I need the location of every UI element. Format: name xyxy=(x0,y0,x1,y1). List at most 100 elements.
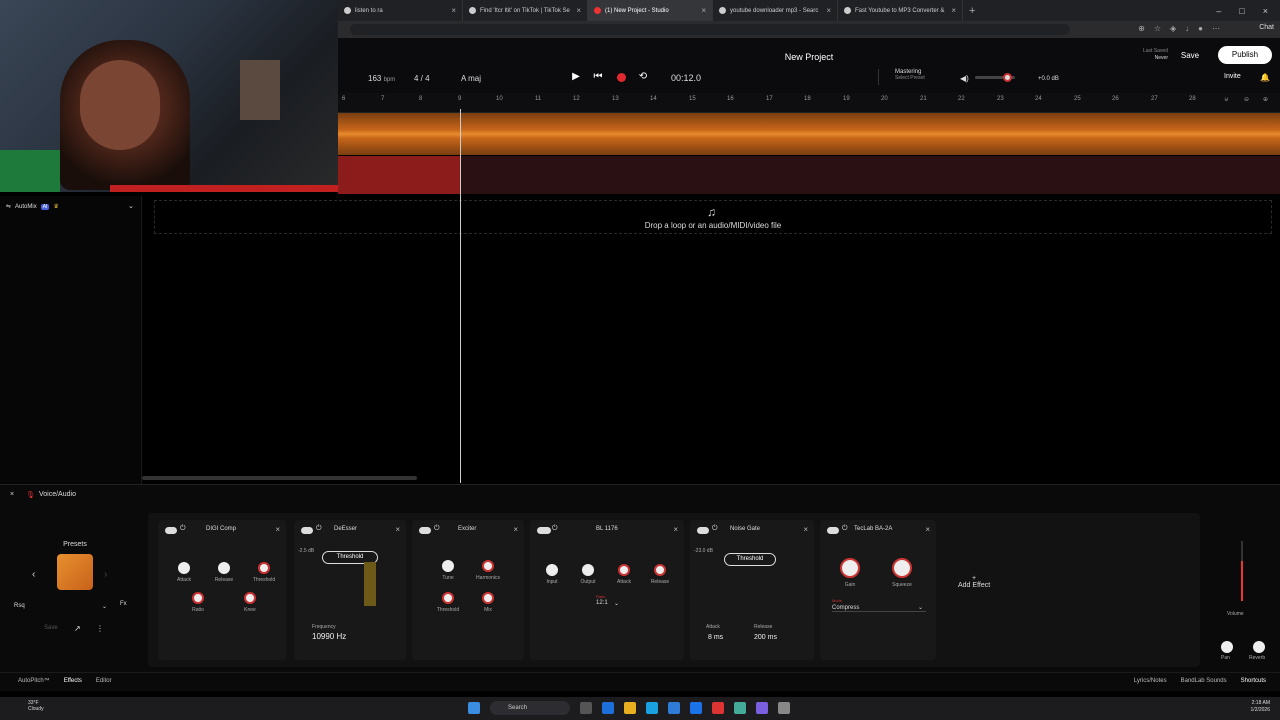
edge-icon[interactable] xyxy=(646,702,658,714)
effect-toggle[interactable] xyxy=(165,527,177,534)
bl-attack-knob[interactable] xyxy=(618,564,630,576)
power-icon[interactable]: ⏻ xyxy=(316,525,322,533)
reverb-knob[interactable] xyxy=(1253,641,1265,653)
frequency-band[interactable] xyxy=(364,562,376,606)
time-signature[interactable]: 4 / 4 xyxy=(414,74,430,83)
save-button[interactable]: Save xyxy=(1170,48,1210,64)
invite-button[interactable]: Invite xyxy=(1224,73,1241,80)
record-icon[interactable] xyxy=(617,73,626,82)
shortcuts-button[interactable]: Shortcuts xyxy=(1241,678,1266,684)
minimize-icon[interactable]: – xyxy=(1216,6,1221,16)
play-icon[interactable]: ▶ xyxy=(570,71,582,83)
close-icon[interactable]: × xyxy=(10,491,14,499)
horizontal-scrollbar[interactable] xyxy=(142,476,417,480)
loop-icon[interactable]: ⟲ xyxy=(637,71,649,83)
pan-knob[interactable] xyxy=(1221,641,1233,653)
mix-knob[interactable] xyxy=(482,592,494,604)
preset-select[interactable]: Rsq xyxy=(14,603,25,609)
master-volume-slider[interactable] xyxy=(975,73,1015,82)
browser-tab[interactable]: Find 'Itcr Itit' on TikTok | TikTok Se × xyxy=(463,0,588,21)
effect-toggle[interactable] xyxy=(419,527,431,534)
magnet-icon[interactable]: ⊍ xyxy=(1224,96,1228,103)
browser-tab[interactable]: listen to ra × xyxy=(338,0,463,21)
slider-knob[interactable] xyxy=(1003,73,1012,82)
zoom-icon[interactable]: ⊕ xyxy=(1138,24,1145,33)
bpm-display[interactable]: 163 bpm xyxy=(368,74,395,83)
power-icon[interactable]: ⏻ xyxy=(842,525,848,533)
harmonics-knob[interactable] xyxy=(482,560,494,572)
close-icon[interactable]: × xyxy=(395,525,400,534)
tune-knob[interactable] xyxy=(442,560,454,572)
chevron-down-icon[interactable]: ⌄ xyxy=(918,604,923,611)
start-icon[interactable] xyxy=(468,702,480,714)
audio-track[interactable] xyxy=(338,156,1280,194)
power-icon[interactable]: ⏻ xyxy=(434,525,440,533)
release-value[interactable]: 200 ms xyxy=(754,634,777,641)
close-icon[interactable]: × xyxy=(673,525,678,534)
close-icon[interactable]: × xyxy=(951,6,956,15)
knee-knob[interactable] xyxy=(244,592,256,604)
gain-knob[interactable] xyxy=(840,558,860,578)
url-field[interactable] xyxy=(350,24,1070,35)
notification-icon[interactable]: 🔔 xyxy=(1260,73,1270,82)
download-icon[interactable]: ↓ xyxy=(1185,24,1189,33)
close-icon[interactable]: × xyxy=(925,525,930,534)
editor-tab[interactable]: Editor xyxy=(96,678,112,684)
close-icon[interactable]: × xyxy=(803,525,808,534)
chevron-down-icon[interactable]: ⌄ xyxy=(102,603,107,610)
chevron-left-icon[interactable]: ‹ xyxy=(32,569,35,580)
close-icon[interactable]: × xyxy=(275,525,280,534)
lyrics-button[interactable]: Lyrics/Notes xyxy=(1134,678,1167,684)
attack-knob[interactable] xyxy=(178,562,190,574)
attack-value[interactable]: 8 ms xyxy=(708,634,723,641)
timeline-ruler[interactable]: 6 7 8 9 10 11 12 13 14 15 16 17 18 19 20… xyxy=(338,93,1280,113)
new-tab-button[interactable]: + xyxy=(963,5,981,17)
browser-tab-active[interactable]: (1) New Project - Studio × xyxy=(588,0,713,21)
preset-thumbnail[interactable] xyxy=(57,554,93,590)
drop-zone[interactable]: ♫ Drop a loop or an audio/MIDI/video fil… xyxy=(154,200,1272,234)
file-explorer-icon[interactable] xyxy=(624,702,636,714)
menu-icon[interactable]: ⋯ xyxy=(1212,24,1220,33)
ratio-knob[interactable] xyxy=(192,592,204,604)
extensions-icon[interactable]: ◈ xyxy=(1170,24,1176,33)
exciter-threshold-knob[interactable] xyxy=(442,592,454,604)
gate-threshold-control[interactable]: Threshold xyxy=(724,553,776,566)
weather-widget[interactable]: 33°F Cloudy xyxy=(28,700,44,712)
ratio-select[interactable]: 12:1 xyxy=(596,600,608,606)
zoom-out-icon[interactable]: ⊖ xyxy=(1244,96,1249,103)
effect-toggle[interactable] xyxy=(697,527,709,534)
effect-toggle[interactable] xyxy=(827,527,839,534)
close-icon[interactable]: × xyxy=(451,6,456,15)
zoom-in-icon[interactable]: ⊕ xyxy=(1263,96,1268,103)
audio-track-clip[interactable] xyxy=(338,113,1280,155)
power-icon[interactable]: ⏻ xyxy=(552,525,558,533)
mode-select[interactable]: Compress xyxy=(832,605,926,612)
close-icon[interactable]: × xyxy=(701,6,706,15)
preset-save-button[interactable]: Save xyxy=(44,625,58,631)
chevron-down-icon[interactable]: ⌄ xyxy=(614,600,619,607)
output-knob[interactable] xyxy=(582,564,594,576)
browser-tab[interactable]: youtube downloader mp3 - Searc × xyxy=(713,0,838,21)
share-icon[interactable]: ↗ xyxy=(74,624,81,633)
browser-tab[interactable]: Fast Youtube to MP3 Converter & × xyxy=(838,0,963,21)
chrome-icon[interactable] xyxy=(712,702,724,714)
input-knob[interactable] xyxy=(546,564,558,576)
close-icon[interactable]: × xyxy=(826,6,831,15)
close-icon[interactable]: × xyxy=(513,525,518,534)
close-window-icon[interactable]: × xyxy=(1263,6,1268,16)
system-clock[interactable]: 2:18 AM 1/2/2026 xyxy=(1251,700,1270,714)
release-knob[interactable] xyxy=(218,562,230,574)
outlook-icon[interactable] xyxy=(690,702,702,714)
threshold-knob[interactable] xyxy=(258,562,270,574)
close-icon[interactable]: × xyxy=(576,6,581,15)
obs-icon[interactable] xyxy=(778,702,790,714)
fx-icon[interactable]: Fx xyxy=(120,601,127,607)
taskbar-search[interactable]: Search xyxy=(490,701,570,715)
power-icon[interactable]: ⏻ xyxy=(180,525,186,533)
profile-icon[interactable]: ● xyxy=(1198,24,1203,33)
store-icon[interactable] xyxy=(668,702,680,714)
speaker-icon[interactable]: ◀) xyxy=(960,74,969,83)
copilot-icon[interactable] xyxy=(602,702,614,714)
power-icon[interactable]: ⏻ xyxy=(712,525,718,533)
app-icon[interactable] xyxy=(734,702,746,714)
